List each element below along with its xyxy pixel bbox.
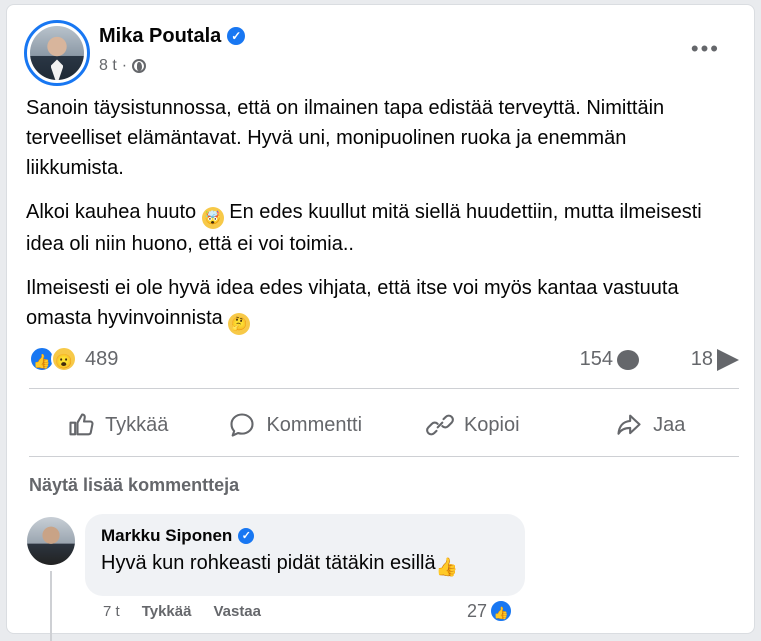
like-button[interactable]: Tykkää xyxy=(29,400,207,450)
thinking-face-emoji-icon: 🤔 xyxy=(228,313,251,335)
comment-button[interactable]: Kommentti xyxy=(207,400,385,450)
divider xyxy=(29,388,739,389)
author-avatar[interactable] xyxy=(24,20,90,86)
commenter-avatar[interactable] xyxy=(27,517,75,565)
comment-bubble: Markku Siponen ✓ Hyvä kun rohkeasti pidät… xyxy=(85,514,525,596)
share-count-link[interactable]: 18 xyxy=(691,348,739,371)
divider xyxy=(29,456,739,457)
share-icon xyxy=(617,414,641,435)
share-button[interactable]: Jaa xyxy=(562,400,740,450)
link-icon xyxy=(426,414,454,436)
copy-button[interactable]: Kopioi xyxy=(384,400,562,450)
comment-text: Hyvä kun rohkeasti pidät tätäkin esillä xyxy=(101,552,436,574)
post-paragraph: Alkoi kauhea huuto 🤯 En edes kuullut mit… xyxy=(26,197,726,259)
like-label: Tykkää xyxy=(105,413,169,436)
share-label: Jaa xyxy=(653,413,686,436)
meta-separator: · xyxy=(121,57,128,74)
comment-bubble-icon xyxy=(617,349,639,370)
thumbs-up-emoji-icon: 👍 xyxy=(435,557,459,577)
post-paragraph: Ilmeisesti ei ole hyvä idea edes vihjata… xyxy=(26,273,726,335)
comment-count: 154 xyxy=(579,348,613,370)
comment-author[interactable]: Markku Siponen xyxy=(101,526,232,545)
share-count: 18 xyxy=(690,348,713,370)
post-paragraph: Sanoin täysistunnossa, että on ilmainen … xyxy=(26,97,665,179)
thread-line xyxy=(50,571,52,641)
show-more-comments-link[interactable]: Näytä lisää kommentteja xyxy=(29,475,239,496)
like-reaction-icon: 👍 xyxy=(489,599,514,623)
post-body: Sanoin täysistunnossa, että on ilmainen … xyxy=(26,93,726,349)
comment-like-button[interactable]: Tykkää xyxy=(142,603,192,620)
avatar-image xyxy=(30,26,84,80)
comment-label: Kommentti xyxy=(266,413,363,436)
copy-label: Kopioi xyxy=(463,413,520,436)
globe-icon xyxy=(132,59,147,73)
comment-reactions[interactable]: 27 👍 xyxy=(467,599,514,623)
post-time[interactable]: 8 t xyxy=(99,57,117,75)
comment-reply-button[interactable]: Vastaa xyxy=(213,603,261,620)
reactions-summary[interactable]: 👍 😮 489 xyxy=(29,346,118,372)
share-arrow-icon xyxy=(717,348,739,371)
comment-count-link[interactable]: 154 xyxy=(580,348,639,371)
comment-like-count: 27 xyxy=(467,600,488,621)
comment-meta: 7 t Tykkää Vastaa xyxy=(103,603,261,620)
verified-badge-icon: ✓ xyxy=(227,27,246,45)
post-paragraph-text: Alkoi kauhea huuto xyxy=(26,201,197,223)
comment-author-row: Markku Siponen ✓ xyxy=(101,526,509,546)
author-name-row: Mika Poutala ✓ xyxy=(99,25,246,48)
comment-time[interactable]: 7 t xyxy=(103,603,120,620)
comment-icon xyxy=(230,413,255,437)
more-options-button[interactable]: ••• xyxy=(691,36,720,62)
verified-badge-icon: ✓ xyxy=(238,528,255,544)
author-name[interactable]: Mika Poutala xyxy=(99,25,221,47)
thumbs-up-icon xyxy=(69,413,94,436)
post-paragraph-text: Ilmeisesti ei ole hyvä idea edes vihjata… xyxy=(26,277,679,329)
reaction-count: 489 xyxy=(85,347,119,370)
exploding-head-emoji-icon: 🤯 xyxy=(201,207,224,229)
post-card: Mika Poutala ✓ 8 t · ••• Sanoin täysistun… xyxy=(6,4,755,641)
post-stats: 👍 😮 489 154 18 xyxy=(29,346,739,376)
wow-reaction-icon: 😮 xyxy=(51,346,77,372)
post-meta: 8 t · xyxy=(99,57,147,75)
comment-text-row: Hyvä kun rohkeasti pidät tätäkin esillä👍 xyxy=(101,552,509,578)
post-actions: Tykkää Kommentti Kopioi Jaa xyxy=(29,400,739,450)
